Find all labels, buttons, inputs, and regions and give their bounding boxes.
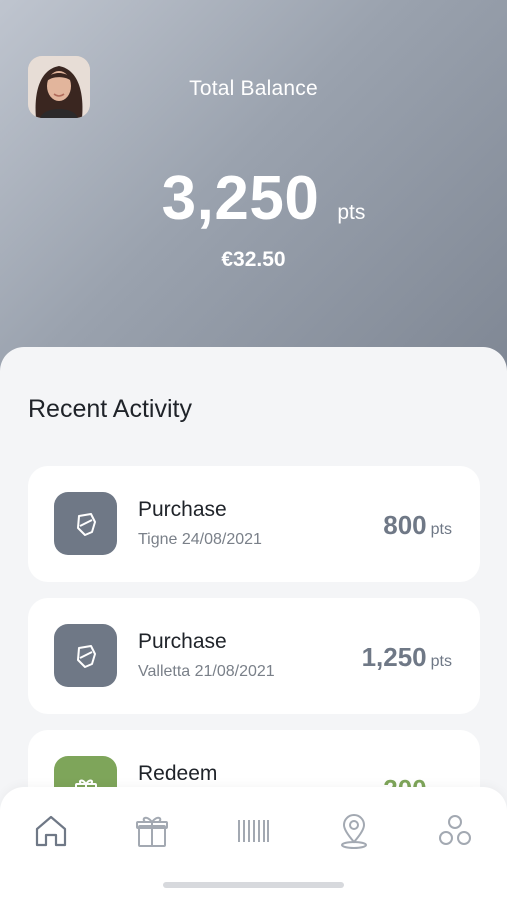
points-value: 3,250 bbox=[161, 164, 320, 233]
home-icon[interactable] bbox=[31, 811, 71, 851]
balance-header: Total Balance 3,250 pts €32.50 bbox=[0, 0, 507, 380]
activity-item[interactable]: Purchase Tigne 24/08/2021 800 pts bbox=[28, 466, 480, 582]
activity-type: Purchase bbox=[138, 630, 227, 653]
activity-subtitle: Tigne 24/08/2021 bbox=[138, 531, 262, 548]
points-unit: pts bbox=[337, 201, 366, 224]
activity-type: Purchase bbox=[138, 498, 227, 521]
tag-icon bbox=[54, 492, 117, 555]
points-balance: 3,250 pts bbox=[0, 163, 507, 234]
tag-icon bbox=[54, 624, 117, 687]
more-circles-icon[interactable] bbox=[435, 811, 475, 851]
activity-type: Redeem bbox=[138, 762, 218, 785]
activity-item[interactable]: Purchase Valletta 21/08/2021 1,250 pts bbox=[28, 598, 480, 714]
barcode-icon[interactable] bbox=[233, 811, 273, 851]
activity-amount: 800 pts bbox=[383, 510, 452, 541]
amount-value: 1,250 bbox=[361, 642, 427, 672]
activity-amount: 1,250 pts bbox=[362, 642, 452, 673]
gift-icon[interactable] bbox=[132, 811, 172, 851]
activity-subtitle: Valletta 21/08/2021 bbox=[138, 663, 275, 680]
amount-unit: pts bbox=[430, 653, 452, 670]
euro-balance: €32.50 bbox=[221, 248, 286, 271]
total-balance-label: Total Balance bbox=[189, 77, 318, 100]
amount-unit: pts bbox=[430, 521, 452, 538]
amount-value: 800 bbox=[383, 510, 427, 540]
section-title: Recent Activity bbox=[28, 395, 192, 423]
location-pin-icon[interactable] bbox=[334, 811, 374, 851]
home-indicator bbox=[163, 882, 344, 888]
